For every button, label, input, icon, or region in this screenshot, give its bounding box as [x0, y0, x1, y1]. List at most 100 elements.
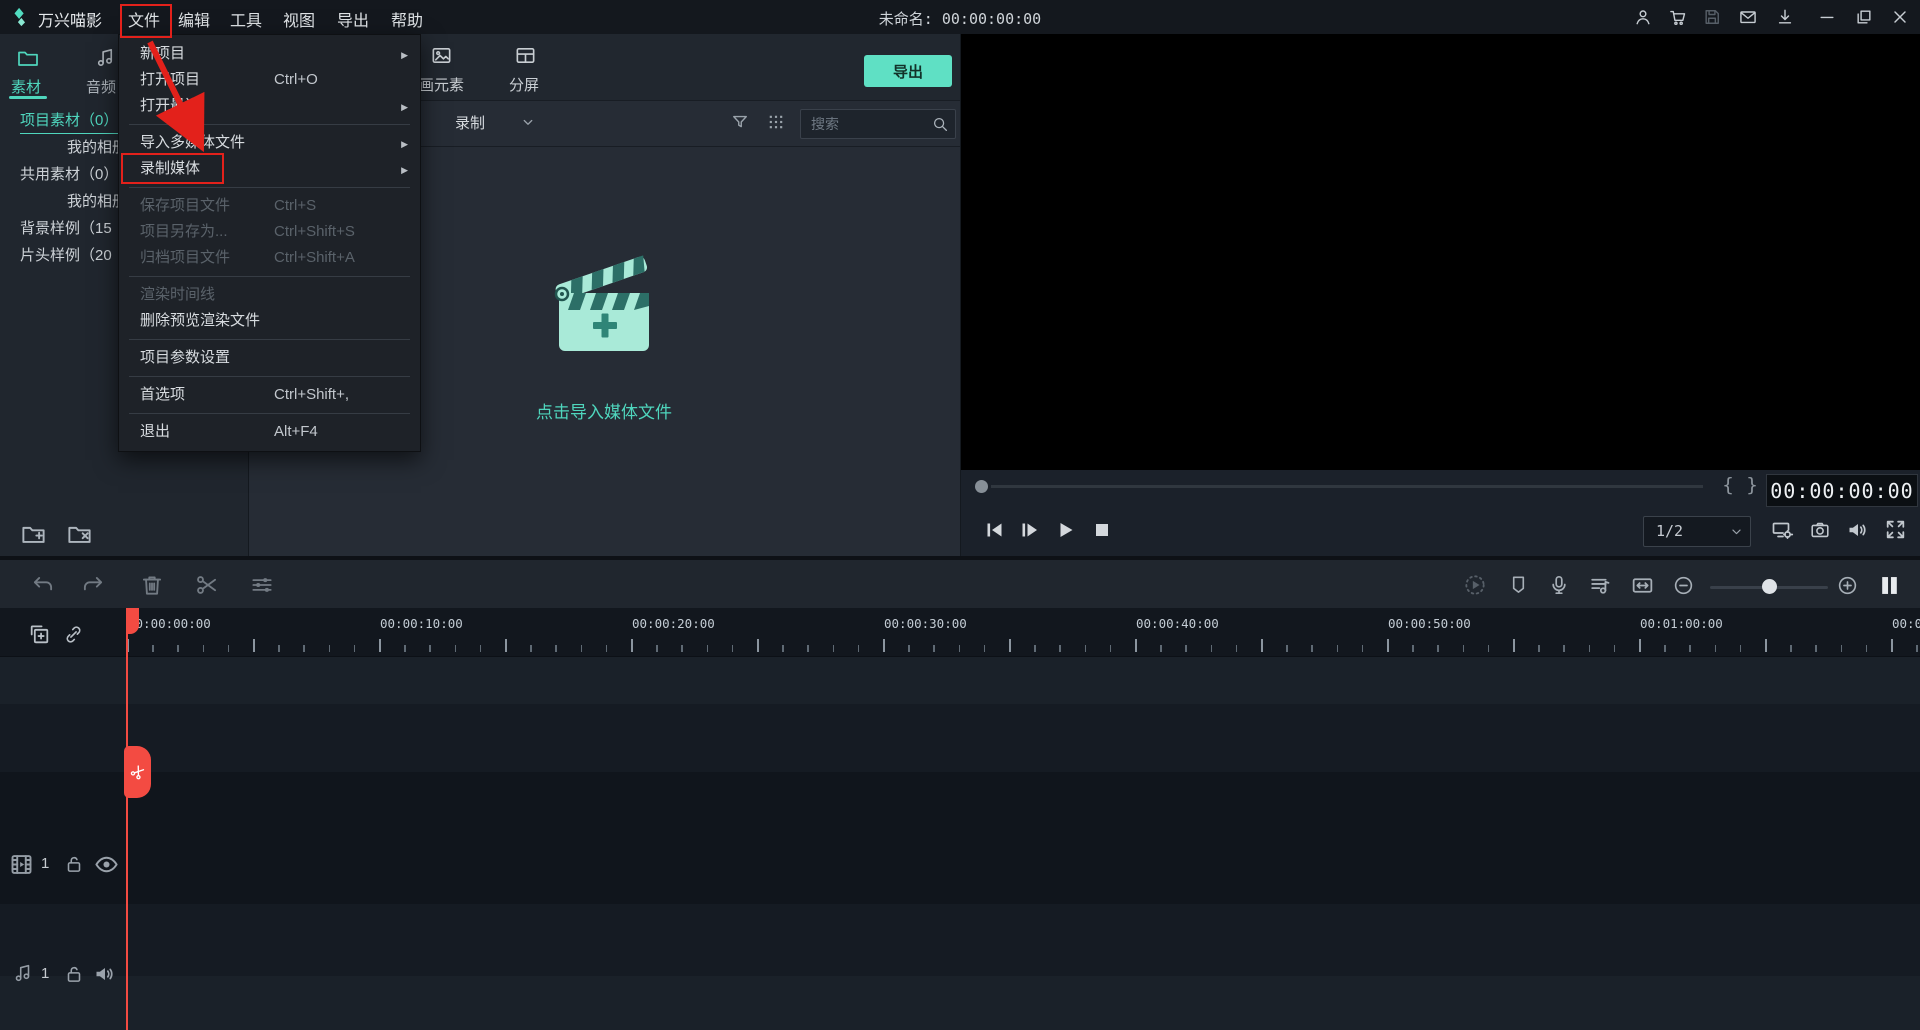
sidebar-item-shared-media[interactable]: 共用素材（0） — [20, 163, 118, 184]
menu-export[interactable]: 导出 — [337, 7, 369, 31]
marker-icon[interactable] — [1507, 573, 1530, 596]
preview-screen[interactable] — [961, 34, 1920, 470]
scrubber-handle[interactable] — [975, 480, 988, 493]
redo-icon[interactable] — [80, 572, 106, 598]
menu-item-save-as[interactable]: 项目另存为...Ctrl+Shift+S — [119, 219, 420, 245]
timeline-ruler[interactable]: 00:00:00:0000:00:10:0000:00:20:0000:00:3… — [0, 608, 1920, 657]
export-button[interactable]: 导出 — [864, 55, 952, 87]
download-icon[interactable] — [1775, 7, 1795, 27]
timeline-band-2[interactable] — [0, 704, 1920, 772]
menu-item-archive-project[interactable]: 归档项目文件Ctrl+Shift+A — [119, 245, 420, 271]
split-icon[interactable] — [194, 572, 220, 598]
user-icon[interactable] — [1633, 7, 1653, 27]
timeline-band-3[interactable] — [0, 976, 1920, 1030]
zoom-out-icon[interactable] — [1672, 574, 1695, 597]
prev-frame-icon[interactable] — [982, 518, 1006, 542]
timeline-band[interactable] — [0, 656, 1920, 704]
dual-panel-icon[interactable] — [1876, 572, 1903, 599]
preview-quality-dropdown[interactable]: 1/2 — [1643, 516, 1751, 547]
menu-view[interactable]: 视图 — [283, 7, 315, 31]
voiceover-icon[interactable] — [1547, 573, 1571, 597]
scissors-icon — [126, 761, 148, 783]
import-media-dropzone[interactable]: 点击导入媒体文件 — [504, 244, 704, 424]
lock-icon[interactable] — [63, 853, 85, 875]
menu-edit[interactable]: 编辑 — [178, 7, 210, 31]
search-input[interactable] — [809, 111, 925, 137]
sidebar-item-project-media[interactable]: 项目素材（0） — [20, 109, 118, 134]
ruler-tick — [1362, 645, 1364, 652]
minimize-icon[interactable] — [1817, 7, 1837, 27]
menu-item-save-project[interactable]: 保存项目文件Ctrl+S — [119, 193, 420, 219]
render-preview-icon[interactable] — [1462, 572, 1488, 598]
sidebar-item-intro-samples[interactable]: 片头样例（20 — [20, 244, 112, 265]
fit-timeline-icon[interactable] — [1630, 573, 1655, 598]
menu-item-record-media[interactable]: 录制媒体▶ — [119, 156, 420, 182]
preview-panel: { } 00:00:00:00 1/2 — [961, 34, 1920, 556]
mark-in-brace[interactable]: { — [1722, 474, 1734, 496]
ruler-tick — [1740, 645, 1742, 652]
ruler-tick — [1009, 639, 1011, 652]
tab-splitscreen[interactable]: 分屏 — [501, 34, 561, 100]
menu-item-exit[interactable]: 退出Alt+F4 — [119, 419, 420, 445]
lock-icon[interactable] — [63, 963, 85, 985]
menu-item-new-project[interactable]: 新项目▶ — [119, 41, 420, 67]
new-folder-icon[interactable] — [20, 520, 47, 547]
audio-mixer-icon[interactable] — [1588, 573, 1613, 598]
menu-item-project-settings[interactable]: 项目参数设置 — [119, 345, 420, 371]
volume-icon[interactable] — [1845, 518, 1869, 542]
menu-file[interactable]: 文件 — [128, 7, 160, 31]
menu-item-render-timeline[interactable]: 渲染时间线 — [119, 282, 420, 308]
cart-icon[interactable] — [1668, 7, 1688, 27]
mark-out-brace[interactable]: } — [1746, 474, 1758, 496]
ruler-tick — [1815, 645, 1817, 652]
playhead-split-handle[interactable] — [124, 746, 151, 798]
preview-quality-value: 1/2 — [1656, 522, 1683, 540]
playhead-handle[interactable] — [128, 608, 139, 634]
sidebar-item-background-samples[interactable]: 背景样例（15 — [20, 217, 112, 238]
play-icon[interactable] — [1053, 518, 1077, 542]
playhead[interactable] — [126, 608, 128, 1030]
filter-icon[interactable] — [730, 112, 750, 132]
menu-item-open-project[interactable]: 打开项目Ctrl+O — [119, 67, 420, 93]
menu-item-import-media[interactable]: 导入多媒体文件▶ — [119, 130, 420, 156]
video-track-lane[interactable] — [0, 772, 1920, 904]
menu-item-delete-render-files[interactable]: 删除预览渲染文件 — [119, 308, 420, 334]
add-track-icon[interactable] — [27, 622, 52, 647]
snapshot-icon[interactable] — [1809, 519, 1831, 541]
menu-tools[interactable]: 工具 — [230, 7, 262, 31]
preview-scrubber[interactable] — [975, 479, 1705, 493]
fullscreen-icon[interactable] — [1883, 517, 1908, 542]
stop-icon[interactable] — [1090, 518, 1114, 542]
menu-item-open-recent[interactable]: 打开最近▶ — [119, 93, 420, 119]
next-frame-icon[interactable] — [1017, 518, 1041, 542]
delete-folder-icon[interactable] — [66, 520, 93, 547]
display-settings-icon[interactable] — [1770, 518, 1794, 542]
audio-track-lane[interactable] — [0, 904, 1920, 976]
visibility-icon[interactable] — [93, 851, 120, 878]
mail-icon[interactable] — [1738, 7, 1758, 27]
scrubber-track[interactable] — [991, 485, 1703, 488]
search-icon[interactable] — [931, 115, 949, 133]
ruler-tick — [354, 645, 356, 652]
delete-icon[interactable] — [139, 572, 165, 598]
save-icon[interactable] — [1702, 7, 1722, 27]
restore-icon[interactable] — [1854, 7, 1874, 27]
menu-help[interactable]: 帮助 — [391, 7, 423, 31]
ruler-tick — [1185, 645, 1187, 652]
menu-item-preferences[interactable]: 首选项Ctrl+Shift+, — [119, 382, 420, 408]
submenu-arrow-icon: ▶ — [401, 94, 408, 120]
link-icon[interactable] — [62, 623, 85, 646]
grid-view-icon[interactable] — [766, 112, 786, 132]
ruler-tick — [1135, 639, 1137, 652]
chevron-down-icon[interactable] — [519, 113, 537, 131]
adjust-icon[interactable] — [249, 572, 275, 598]
close-icon[interactable] — [1890, 7, 1910, 27]
tab-media[interactable]: 素材 — [0, 34, 70, 100]
ruler-tick — [1110, 645, 1112, 652]
volume-icon[interactable] — [92, 962, 116, 986]
undo-icon[interactable] — [30, 572, 56, 598]
zoom-in-icon[interactable] — [1836, 574, 1859, 597]
category-dropdown[interactable]: 录制 — [455, 112, 485, 133]
zoom-slider-handle[interactable] — [1762, 579, 1777, 594]
ruler-tick — [1765, 639, 1767, 652]
